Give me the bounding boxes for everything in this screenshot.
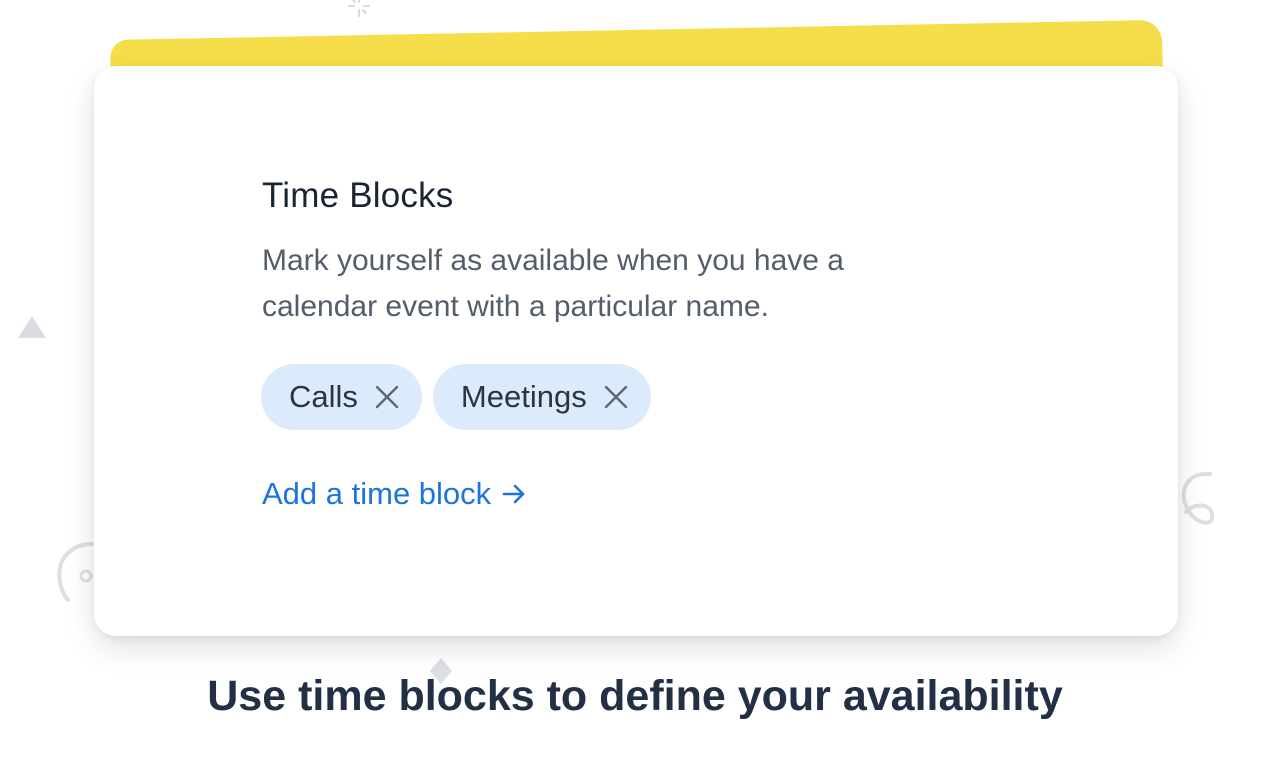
arrow-right-icon xyxy=(502,484,525,504)
card-description: Mark yourself as available when you have… xyxy=(262,244,844,323)
close-icon[interactable] xyxy=(374,384,400,410)
card-title: Time Blocks xyxy=(262,176,454,215)
loop-decoration-icon xyxy=(1181,471,1215,525)
time-blocks-card: Time Blocks Mark yourself as available w… xyxy=(94,66,1178,636)
close-icon[interactable] xyxy=(603,384,629,410)
triangle-decoration-icon xyxy=(18,316,46,338)
add-time-block-link[interactable]: Add a time block xyxy=(262,476,527,512)
time-block-chip-calls: Calls xyxy=(261,364,422,430)
feature-caption: Use time blocks to define your availabil… xyxy=(207,672,1063,720)
time-block-chip-list: Calls Meetings xyxy=(261,364,651,430)
chip-label: Meetings xyxy=(460,379,587,414)
add-time-block-label: Add a time block xyxy=(262,476,492,511)
time-block-chip-meetings: Meetings xyxy=(432,364,651,430)
chip-label: Calls xyxy=(289,379,358,414)
sparkle-decoration-icon xyxy=(348,0,370,17)
